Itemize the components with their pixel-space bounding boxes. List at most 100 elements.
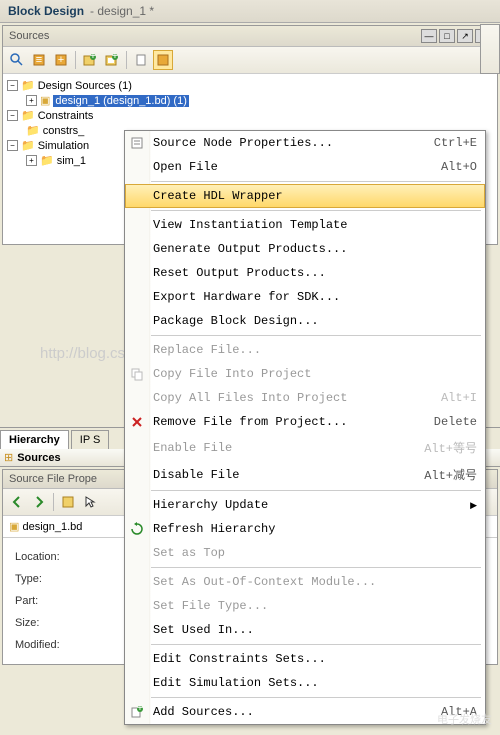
svg-text:+: + (58, 54, 64, 66)
menu-label: Refresh Hierarchy (153, 522, 477, 536)
svg-text:+: + (90, 53, 96, 62)
context-menu: Source Node Properties...Ctrl+EOpen File… (124, 130, 486, 725)
menu-item-export-hardware-for-sdk[interactable]: Export Hardware for SDK... (125, 285, 485, 309)
menu-label: Open File (153, 160, 441, 174)
pointer-icon[interactable] (80, 492, 100, 512)
tree-collapse-icon[interactable]: − (7, 110, 18, 121)
menu-item-set-as-out-of-context-module: Set As Out-Of-Context Module... (125, 570, 485, 594)
view-icon[interactable] (153, 50, 173, 70)
add-set-icon[interactable]: + (102, 50, 122, 70)
menu-label: Edit Constraints Sets... (153, 652, 477, 666)
search-icon[interactable] (7, 50, 27, 70)
doc-icon[interactable] (131, 50, 151, 70)
menu-shortcut: Delete (434, 415, 477, 429)
menu-separator (151, 335, 481, 336)
menu-item-edit-constraints-sets[interactable]: Edit Constraints Sets... (125, 647, 485, 671)
menu-separator (151, 181, 481, 182)
back-icon[interactable] (7, 492, 27, 512)
menu-label: Enable File (153, 441, 424, 455)
forward-icon[interactable] (29, 492, 49, 512)
tab-hierarchy[interactable]: Hierarchy (0, 430, 69, 449)
tree-constraints[interactable]: − 📁 Constraints (7, 108, 493, 123)
menu-item-set-used-in[interactable]: Set Used In... (125, 618, 485, 642)
nav-icon[interactable] (58, 492, 78, 512)
menu-label: Edit Simulation Sets... (153, 676, 477, 690)
add-sources-icon[interactable]: + (80, 50, 100, 70)
restore-icon[interactable]: ↗ (457, 29, 473, 43)
menu-label: Set Used In... (153, 623, 477, 637)
menu-item-view-instantiation-template[interactable]: View Instantiation Template (125, 213, 485, 237)
menu-item-refresh-hierarchy[interactable]: Refresh Hierarchy (125, 517, 485, 541)
menu-shortcut: Alt+O (441, 160, 477, 174)
menu-label: Copy All Files Into Project (153, 391, 441, 405)
props-icon (129, 135, 145, 151)
menu-item-package-block-design[interactable]: Package Block Design... (125, 309, 485, 333)
menu-item-copy-all-files-into-project: Copy All Files Into ProjectAlt+I (125, 386, 485, 410)
copy-icon (129, 366, 145, 382)
menu-shortcut: Alt+I (441, 391, 477, 405)
menu-item-remove-file-from-project[interactable]: Remove File from Project...Delete (125, 410, 485, 434)
menu-label: Source Node Properties... (153, 136, 434, 150)
menu-item-open-file[interactable]: Open FileAlt+O (125, 155, 485, 179)
menu-label: Disable File (153, 468, 424, 482)
menu-item-set-file-type: Set File Type... (125, 594, 485, 618)
sources-title: Sources (9, 30, 49, 42)
maximize-icon[interactable]: □ (439, 29, 455, 43)
menu-label: Generate Output Products... (153, 242, 477, 256)
menu-label: Set As Out-Of-Context Module... (153, 575, 477, 589)
prop-label: Part: (15, 595, 85, 607)
menu-item-edit-simulation-sets[interactable]: Edit Simulation Sets... (125, 671, 485, 695)
menu-item-generate-output-products[interactable]: Generate Output Products... (125, 237, 485, 261)
block-icon: ▣ (40, 94, 50, 107)
minimize-icon[interactable]: — (421, 29, 437, 43)
menu-shortcut: Ctrl+E (434, 136, 477, 150)
menu-shortcut: Alt+A (441, 705, 477, 719)
menu-separator (151, 210, 481, 211)
tree-collapse-icon[interactable]: − (7, 80, 18, 91)
menu-label: Set File Type... (153, 599, 477, 613)
sources-title-bar: Sources — □ ↗ × (3, 26, 497, 47)
tree-design-sources[interactable]: − 📁 Design Sources (1) (7, 78, 493, 93)
folder-icon: 📁 (21, 79, 35, 92)
right-panel-sliver (480, 24, 500, 74)
menu-label: View Instantiation Template (153, 218, 477, 232)
menu-separator (151, 567, 481, 568)
menu-item-set-as-top: Set as Top (125, 541, 485, 565)
main-tab-header: Block Design - design_1 * (0, 0, 500, 23)
menu-label: Add Sources... (153, 705, 441, 719)
tree-expand-icon[interactable]: + (26, 155, 37, 166)
toolbar-sep (126, 51, 127, 69)
svg-text:≡: ≡ (36, 54, 42, 66)
svg-text:+: + (137, 705, 143, 714)
menu-item-reset-output-products[interactable]: Reset Output Products... (125, 261, 485, 285)
prop-filename: design_1.bd (22, 521, 82, 533)
menu-item-disable-file[interactable]: Disable FileAlt+减号 (125, 461, 485, 488)
tree-expand-icon[interactable]: + (26, 95, 37, 106)
menu-label: Hierarchy Update (153, 498, 470, 512)
menu-item-source-node-properties[interactable]: Source Node Properties...Ctrl+E (125, 131, 485, 155)
toolbar-sep (53, 493, 54, 511)
tab-ip[interactable]: IP S (71, 430, 110, 449)
tree-design-item[interactable]: + ▣ design_1 (design_1.bd) (1) (7, 93, 493, 108)
menu-item-create-hdl-wrapper[interactable]: Create HDL Wrapper (125, 184, 485, 208)
sources-icon: ⊞ (4, 451, 13, 464)
collapse-icon[interactable]: ≡ (29, 50, 49, 70)
prop-title: Source File Prope (9, 473, 97, 485)
tree-collapse-icon[interactable]: − (7, 140, 18, 151)
menu-separator (151, 644, 481, 645)
menu-item-replace-file: Replace File... (125, 338, 485, 362)
sources-tab-label[interactable]: Sources (17, 452, 60, 464)
tree-label: sim_1 (57, 155, 86, 167)
expand-icon[interactable]: + (51, 50, 71, 70)
submenu-arrow-icon: ▶ (470, 500, 477, 511)
menu-item-hierarchy-update[interactable]: Hierarchy Update▶ (125, 493, 485, 517)
remove-icon (129, 414, 145, 430)
menu-shortcut: Alt+减号 (424, 466, 477, 483)
menu-separator (151, 697, 481, 698)
folder-icon: 📁 (40, 154, 54, 167)
svg-text:+: + (112, 53, 118, 62)
menu-item-enable-file: Enable FileAlt+等号 (125, 434, 485, 461)
tree-label: Simulation (38, 140, 89, 152)
tree-label: Design Sources (1) (38, 80, 132, 92)
menu-item-add-sources[interactable]: + Add Sources...Alt+A (125, 700, 485, 724)
